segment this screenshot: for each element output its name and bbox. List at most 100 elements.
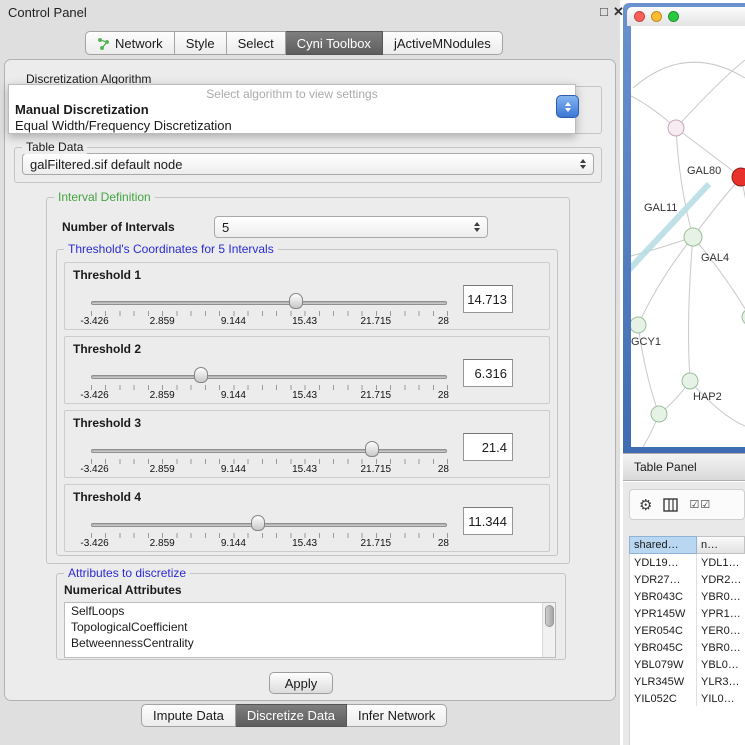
cell-shared-name[interactable]: YPR145W xyxy=(629,605,697,622)
cell-name[interactable]: YLR3… xyxy=(697,673,745,690)
table-row[interactable]: YBL079WYBL0… xyxy=(629,656,745,673)
threshold-label: Threshold 4 xyxy=(73,490,141,504)
tick-label: -3.426 xyxy=(80,316,108,327)
tab-infer-network[interactable]: Infer Network xyxy=(347,704,447,727)
threshold-value-field[interactable]: 21.4 xyxy=(463,433,513,461)
numerical-attributes-label: Numerical Attributes xyxy=(64,583,182,597)
cell-shared-name[interactable]: YBR045C xyxy=(629,639,697,656)
slider-thumb[interactable] xyxy=(289,293,303,309)
column-header-shared-name[interactable]: shared… xyxy=(629,536,697,554)
cell-shared-name[interactable]: YLR345W xyxy=(629,673,697,690)
tab-impute-data[interactable]: Impute Data xyxy=(141,704,236,727)
cell-shared-name[interactable]: YER054C xyxy=(629,622,697,639)
scrollbar-thumb[interactable] xyxy=(545,605,554,627)
tab-jactivemnodules[interactable]: jActiveMNodules xyxy=(383,31,503,55)
node-gcy1[interactable] xyxy=(631,317,646,333)
cell-name[interactable]: YBR0… xyxy=(697,639,745,656)
column-header-name[interactable]: n… xyxy=(697,536,745,554)
threshold-value-field[interactable]: 11.344 xyxy=(463,507,513,535)
list-scrollbar[interactable] xyxy=(542,603,555,657)
cell-name[interactable]: YDL1… xyxy=(697,554,745,571)
close-traffic-light-icon[interactable] xyxy=(634,11,645,22)
node-gal4[interactable] xyxy=(684,228,702,246)
tick-label: 2.859 xyxy=(150,390,175,401)
threshold-label: Threshold 3 xyxy=(73,416,141,430)
network-window-titlebar[interactable] xyxy=(627,7,745,26)
node-label-gal4: GAL4 xyxy=(701,252,729,264)
node-label-hap2: HAP2 xyxy=(693,391,722,403)
node[interactable] xyxy=(651,406,667,422)
table-row[interactable]: YIL052CYIL0… xyxy=(629,690,745,707)
cell-name[interactable]: YER0… xyxy=(697,622,745,639)
tick-label: 2.859 xyxy=(150,464,175,475)
threshold-value-field[interactable]: 14.713 xyxy=(463,285,513,313)
tab-network[interactable]: Network xyxy=(85,31,175,55)
tab-style[interactable]: Style xyxy=(175,31,227,55)
dropdown-placeholder-item[interactable]: Select algorithm to view settings xyxy=(9,85,575,101)
cell-shared-name[interactable]: YBR043C xyxy=(629,588,697,605)
tick-label: 9.144 xyxy=(221,538,246,549)
table-row[interactable]: YDR27…YDR2… xyxy=(629,571,745,588)
cell-shared-name[interactable]: YDL19… xyxy=(629,554,697,571)
cell-name[interactable]: YDR2… xyxy=(697,571,745,588)
tick-label: 28 xyxy=(438,390,449,401)
tab-cyni-toolbox[interactable]: Cyni Toolbox xyxy=(286,31,383,55)
up-arrow-icon xyxy=(565,102,571,106)
table-row[interactable]: YBR043CYBR0… xyxy=(629,588,745,605)
dropdown-option-equal-width[interactable]: Equal Width/Frequency Discretization xyxy=(9,117,575,133)
row-select-icons[interactable]: ☑☑ xyxy=(689,498,711,511)
slider-thumb[interactable] xyxy=(365,441,379,457)
network-view-canvas[interactable]: GAL80 GAL11 GAL4 GCY1 HAP2 xyxy=(631,26,745,447)
table-row[interactable]: YLR345WYLR3… xyxy=(629,673,745,690)
tick-label: 21.715 xyxy=(361,316,392,327)
number-of-intervals-combo[interactable]: 5 xyxy=(214,216,488,238)
column-chooser-icon[interactable] xyxy=(663,498,678,512)
apply-button[interactable]: Apply xyxy=(269,672,333,694)
cell-name[interactable]: YIL0… xyxy=(697,690,745,707)
slider-thumb[interactable] xyxy=(194,367,208,383)
table-row[interactable]: YPR145WYPR1… xyxy=(629,605,745,622)
cell-shared-name[interactable]: YIL052C xyxy=(629,690,697,707)
node-hap2[interactable] xyxy=(682,373,698,389)
tab-label: Network xyxy=(115,36,163,51)
thresholds-group-label: Threshold's Coordinates for 5 Intervals xyxy=(64,242,278,256)
table-row[interactable]: YDL19…YDL1… xyxy=(629,554,745,571)
cell-shared-name[interactable]: YDR27… xyxy=(629,571,697,588)
zoom-traffic-light-icon[interactable] xyxy=(668,11,679,22)
algorithm-combo-button[interactable] xyxy=(556,95,579,118)
settings-gear-icon[interactable]: ⚙ xyxy=(639,496,652,514)
node[interactable] xyxy=(668,120,684,136)
numerical-attributes-list[interactable]: SelfLoops TopologicalCoefficient Between… xyxy=(64,602,556,658)
node-selected-red[interactable] xyxy=(732,168,745,186)
tick-label: 9.144 xyxy=(221,464,246,475)
minimize-window-icon[interactable]: □ xyxy=(600,4,608,19)
threshold-panel-3: Threshold 3 -3.426 2.859 9.144 15.43 21.… xyxy=(64,410,550,478)
threshold-label: Threshold 2 xyxy=(73,342,141,356)
tick-label: 2.859 xyxy=(150,316,175,327)
tick-label: 28 xyxy=(438,538,449,549)
cell-name[interactable]: YBR0… xyxy=(697,588,745,605)
minimize-traffic-light-icon[interactable] xyxy=(651,11,662,22)
table-data-combo[interactable]: galFiltered.sif default node xyxy=(22,153,594,175)
cell-name[interactable]: YPR1… xyxy=(697,605,745,622)
tab-select[interactable]: Select xyxy=(227,31,286,55)
combo-updown-icon xyxy=(580,159,586,169)
cell-name[interactable]: YBL0… xyxy=(697,656,745,673)
tab-discretize-data[interactable]: Discretize Data xyxy=(236,704,347,727)
list-item[interactable]: BetweennessCentrality xyxy=(65,635,555,651)
cell-shared-name[interactable]: YBL079W xyxy=(629,656,697,673)
dropdown-option-manual-discretization[interactable]: Manual Discretization xyxy=(9,101,575,117)
tick-label: 28 xyxy=(438,316,449,327)
slider-thumb[interactable] xyxy=(251,515,265,531)
threshold-value-field[interactable]: 6.316 xyxy=(463,359,513,387)
table-row[interactable]: YER054CYER0… xyxy=(629,622,745,639)
list-item[interactable]: SelfLoops xyxy=(65,603,555,619)
down-arrow-icon xyxy=(565,108,571,112)
node-label-gal11: GAL11 xyxy=(644,202,677,214)
slider-tick-labels: -3.426 2.859 9.144 15.43 21.715 28 xyxy=(91,390,447,402)
table-row[interactable]: YBR045CYBR0… xyxy=(629,639,745,656)
tick-label: -3.426 xyxy=(80,390,108,401)
table-toolbar: ⚙ ☑☑ xyxy=(629,489,745,520)
list-item[interactable]: TopologicalCoefficient xyxy=(65,619,555,635)
tick-label: 21.715 xyxy=(361,464,392,475)
